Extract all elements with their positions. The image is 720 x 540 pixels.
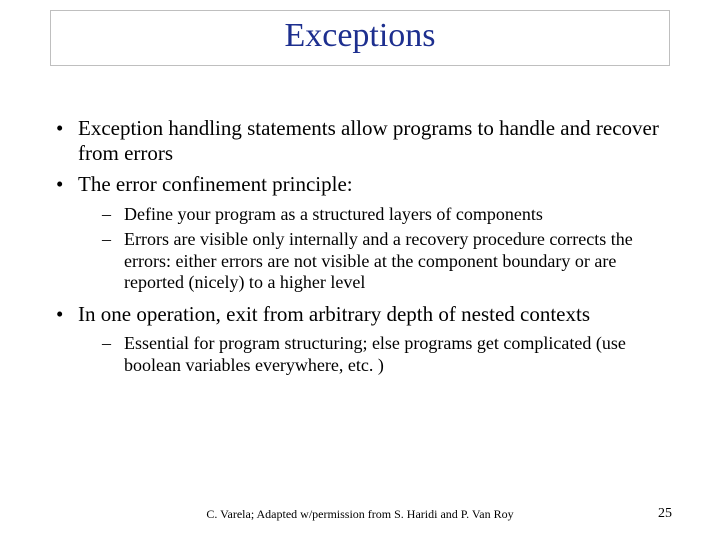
sub-bullet-text: Define your program as a structured laye… <box>124 204 543 224</box>
slide: Exceptions Exception handling statements… <box>0 0 720 540</box>
list-item: Exception handling statements allow prog… <box>50 116 670 166</box>
sub-bullet-list: Define your program as a structured laye… <box>78 204 670 294</box>
slide-title: Exceptions <box>51 17 669 55</box>
list-item: Define your program as a structured laye… <box>96 204 670 226</box>
bullet-text: In one operation, exit from arbitrary de… <box>78 302 590 326</box>
sub-bullet-list: Essential for program structuring; else … <box>78 333 670 376</box>
page-number: 25 <box>658 506 672 522</box>
list-item: Errors are visible only internally and a… <box>96 229 670 294</box>
list-item: In one operation, exit from arbitrary de… <box>50 302 670 376</box>
bullet-text: The error confinement principle: <box>78 172 353 196</box>
title-container: Exceptions <box>50 10 670 66</box>
bullet-list: Exception handling statements allow prog… <box>50 116 670 376</box>
sub-bullet-text: Essential for program structuring; else … <box>124 333 626 375</box>
list-item: The error confinement principle: Define … <box>50 172 670 294</box>
list-item: Essential for program structuring; else … <box>96 333 670 376</box>
sub-bullet-text: Errors are visible only internally and a… <box>124 229 633 292</box>
bullet-text: Exception handling statements allow prog… <box>78 116 659 165</box>
footer-text: C. Varela; Adapted w/permission from S. … <box>0 507 720 522</box>
